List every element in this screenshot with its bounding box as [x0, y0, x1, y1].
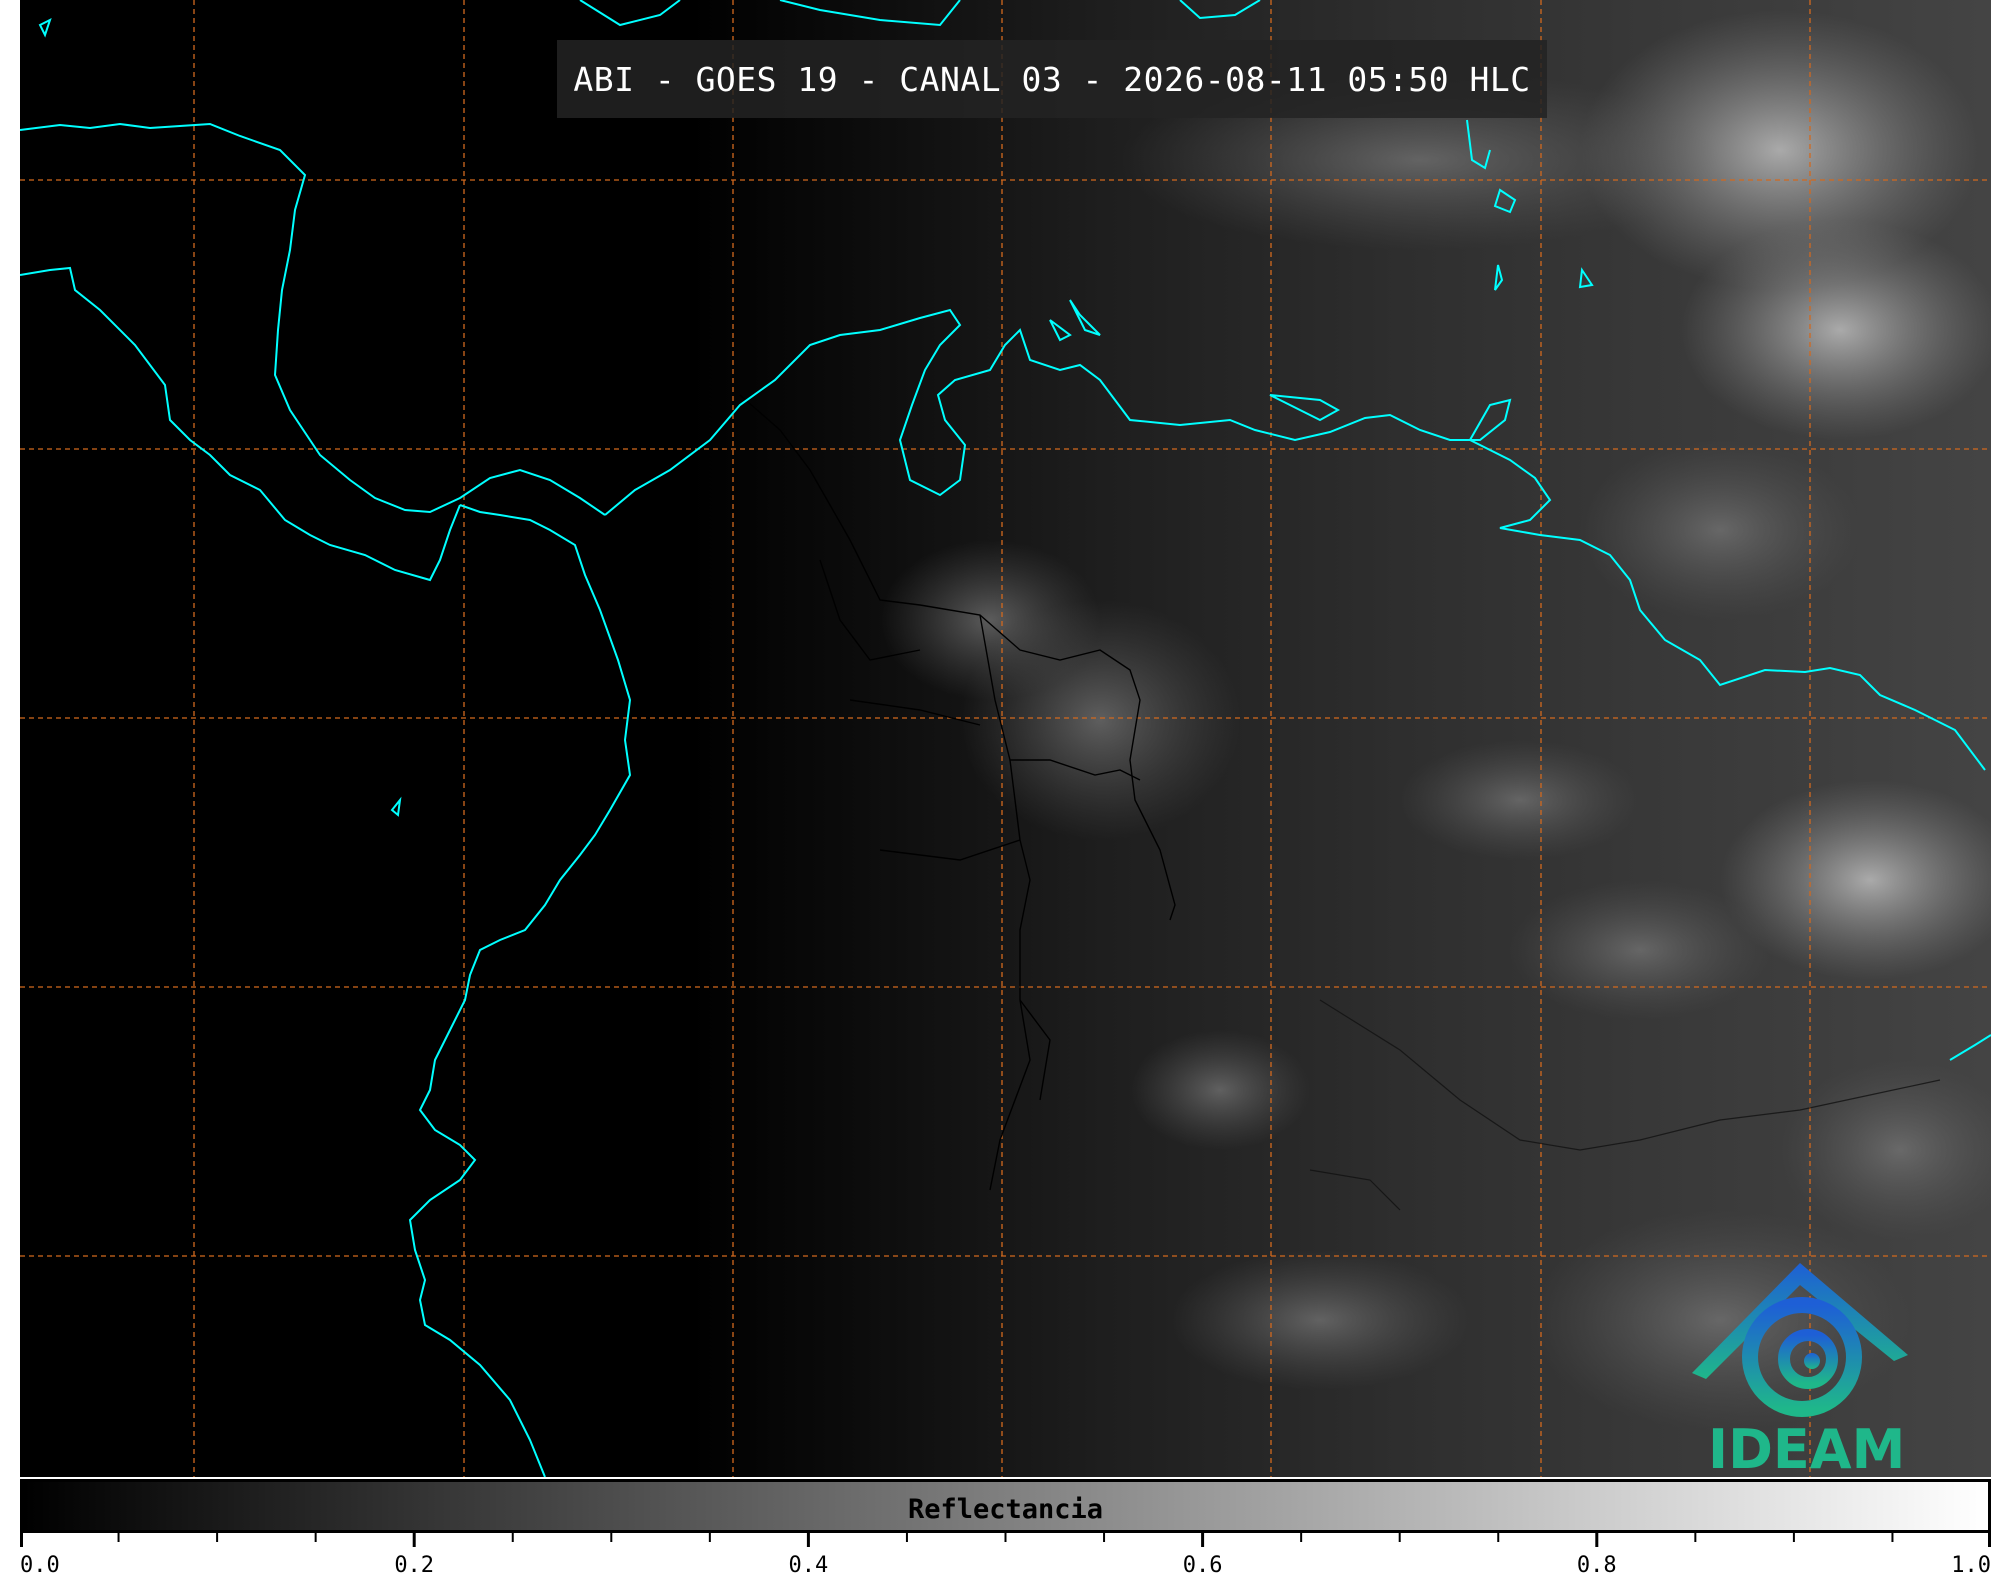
colorbar-tick-label: 0.8 [1576, 1553, 1617, 1578]
colorbar-label: Reflectancia [907, 1494, 1104, 1525]
colorbar-tick-label: 0.6 [1182, 1553, 1223, 1578]
logo-text: IDEAM [1708, 1418, 1906, 1477]
colorbar-tick-label: 0.2 [394, 1553, 435, 1578]
colorbar-tick-label: 1.0 [1951, 1553, 1991, 1578]
colorbar-tick-label: 0.0 [20, 1553, 60, 1578]
colorbar-tick-marks [20, 1533, 1991, 1547]
colorbar-axis: 0.0 0.2 0.4 0.6 0.8 1.0 [20, 1533, 1991, 1578]
image-title: ABI - GOES 19 - CANAL 03 - 2026-08-11 05… [557, 40, 1547, 118]
satellite-map: ABI - GOES 19 - CANAL 03 - 2026-08-11 05… [20, 0, 1991, 1477]
cloud-field [880, 10, 1991, 1430]
colorbar-tick-label: 0.4 [788, 1553, 829, 1578]
colorbar: Reflectancia [20, 1479, 1991, 1533]
